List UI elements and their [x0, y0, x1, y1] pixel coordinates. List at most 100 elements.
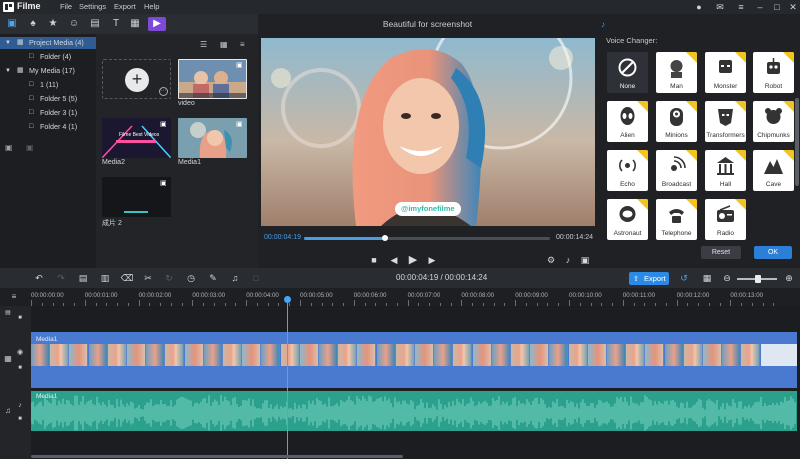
- element-library-icon[interactable]: ▦: [128, 17, 142, 31]
- voice-effect-cave[interactable]: Cave: [753, 150, 794, 191]
- filmstrip-frame: [280, 344, 300, 366]
- ruler-label: 00:00:06:00: [353, 292, 387, 299]
- panel-scrollbar[interactable]: [795, 98, 799, 186]
- voice-effect-astronaut[interactable]: Astronaut: [607, 199, 648, 240]
- voice-effect-robot[interactable]: Robot: [753, 52, 794, 93]
- new-folder-icon[interactable]: ▣: [5, 143, 13, 152]
- stop-icon[interactable]: ■: [368, 254, 380, 266]
- voice-effect-none[interactable]: None: [607, 52, 648, 93]
- menu-file[interactable]: File: [60, 2, 72, 11]
- visibility-icon[interactable]: ◉: [15, 348, 25, 358]
- tree-item-folder-5[interactable]: □ Folder 5 (5): [0, 93, 96, 105]
- voice-effect-alien[interactable]: Alien: [607, 101, 648, 142]
- media-library-icon[interactable]: ▣: [5, 17, 19, 31]
- zoom-handle[interactable]: [755, 275, 761, 283]
- account-icon[interactable]: ●: [692, 1, 706, 13]
- fit-icon[interactable]: ▦: [700, 271, 714, 285]
- title-library-icon[interactable]: T: [109, 17, 123, 31]
- filmstrip-frame: [184, 344, 204, 366]
- scrubber-handle[interactable]: [382, 235, 389, 241]
- record-voice-icon[interactable]: ♫: [228, 271, 242, 285]
- delete-icon[interactable]: ⌫: [120, 271, 134, 285]
- lock-icon[interactable]: ■: [15, 414, 25, 424]
- playhead[interactable]: [287, 296, 288, 459]
- effect-library-icon[interactable]: ▶: [148, 17, 166, 31]
- voice-effect-echo[interactable]: Echo: [607, 150, 648, 191]
- copy-icon[interactable]: ▤: [76, 271, 90, 285]
- playhead-handle[interactable]: [284, 296, 291, 303]
- voice-effect-telephone[interactable]: Telephone: [656, 199, 697, 240]
- import-media-button[interactable]: + ⋯: [102, 59, 171, 99]
- minimize-icon[interactable]: –: [753, 1, 767, 13]
- filmstrip-frame: [741, 344, 761, 366]
- voice-effect-monster[interactable]: Monster: [705, 52, 746, 93]
- loop-icon[interactable]: ↺: [677, 271, 691, 285]
- voice-effect-minions[interactable]: Minions: [656, 101, 697, 142]
- reset-button[interactable]: Reset: [701, 246, 741, 259]
- tree-item-project-media[interactable]: ▼ ▦ Project Media (4): [0, 37, 96, 49]
- close-icon[interactable]: ✕: [786, 1, 800, 13]
- menu-export[interactable]: Export: [114, 2, 136, 11]
- menu-settings[interactable]: Settings: [79, 2, 106, 11]
- vip-badge-icon: [637, 150, 648, 161]
- audio-clip[interactable]: [30, 391, 797, 431]
- voice-effect-broadcast[interactable]: Broadcast: [656, 150, 697, 191]
- export-button[interactable]: ⇧ Export: [629, 272, 669, 285]
- ok-button[interactable]: OK: [754, 246, 792, 259]
- zoom-out-icon[interactable]: ⊖: [720, 271, 734, 285]
- maximize-icon[interactable]: □: [770, 1, 784, 13]
- tree-item-my-media[interactable]: ▼ ▦ My Media (17): [0, 65, 96, 77]
- edit-icon[interactable]: ✎: [206, 271, 220, 285]
- audio-library-icon[interactable]: ♠: [26, 17, 40, 31]
- next-frame-icon[interactable]: ▶: [426, 254, 438, 266]
- mail-icon[interactable]: ✉: [713, 1, 727, 13]
- track-menu-icon[interactable]: ≡: [9, 292, 19, 302]
- lock-icon[interactable]: ■: [15, 313, 25, 323]
- voice-effect-hall[interactable]: Hall: [705, 150, 746, 191]
- tree-item-folder-4[interactable]: □ Folder 4 (1): [0, 121, 96, 133]
- settings-icon[interactable]: ⚙: [545, 254, 557, 266]
- speed-icon[interactable]: ◷: [184, 271, 198, 285]
- rotate-icon[interactable]: ↻: [162, 271, 176, 285]
- crop-icon[interactable]: □: [249, 271, 263, 285]
- redo-icon[interactable]: ↷: [54, 271, 68, 285]
- volume-icon[interactable]: ♪: [15, 401, 25, 411]
- voice-effect-transformers[interactable]: Transformers: [705, 101, 746, 142]
- split-icon[interactable]: ✂: [141, 271, 155, 285]
- video-preview[interactable]: @imyfonefilme: [261, 38, 595, 226]
- expand-arrow-icon[interactable]: ▼: [5, 65, 11, 77]
- previous-frame-icon[interactable]: ◀: [388, 254, 400, 266]
- tree-item-1[interactable]: □ 1 (11): [0, 79, 96, 91]
- tree-item-folder[interactable]: □ Folder (4): [0, 51, 96, 63]
- lock-icon[interactable]: ■: [15, 363, 25, 373]
- folder-icon: □: [29, 95, 34, 102]
- text-library-icon[interactable]: ★: [46, 17, 60, 31]
- tree-item-folder-3[interactable]: □ Folder 3 (1): [0, 107, 96, 119]
- filmstrip-frame: [395, 344, 415, 366]
- delete-folder-icon[interactable]: ▣: [26, 143, 34, 152]
- expand-arrow-icon[interactable]: ▼: [5, 37, 11, 49]
- broadcast-icon: [671, 156, 686, 171]
- sort-icon[interactable]: ≡: [240, 40, 245, 49]
- voice-effect-radio[interactable]: Radio: [705, 199, 746, 240]
- voice-effect-chipmunks[interactable]: Chipmunks: [753, 101, 794, 142]
- fullscreen-icon[interactable]: ▣: [579, 254, 591, 266]
- menu-help[interactable]: Help: [144, 2, 159, 11]
- play-icon[interactable]: ▶: [407, 254, 419, 266]
- more-icon[interactable]: ⋯: [159, 87, 168, 96]
- filter-library-icon[interactable]: ☺: [67, 17, 81, 31]
- filmstrip-frame: [607, 344, 626, 366]
- paste-icon[interactable]: ▥: [98, 271, 112, 285]
- voice-effect-man[interactable]: Man: [656, 52, 697, 93]
- timeline-scrollbar[interactable]: [31, 455, 403, 458]
- zoom-in-icon[interactable]: ⊕: [782, 271, 796, 285]
- voice-effect-label: Robot: [764, 83, 783, 90]
- plus-icon: +: [125, 68, 149, 92]
- menu-icon[interactable]: ≡: [734, 1, 748, 13]
- undo-icon[interactable]: ↶: [32, 271, 46, 285]
- minions-icon: [670, 108, 683, 126]
- volume-icon[interactable]: ♪: [562, 254, 574, 266]
- transition-library-icon[interactable]: ▤: [88, 17, 102, 31]
- layers-icon[interactable]: ☰: [200, 40, 207, 49]
- grid-view-icon[interactable]: ▦: [220, 40, 228, 49]
